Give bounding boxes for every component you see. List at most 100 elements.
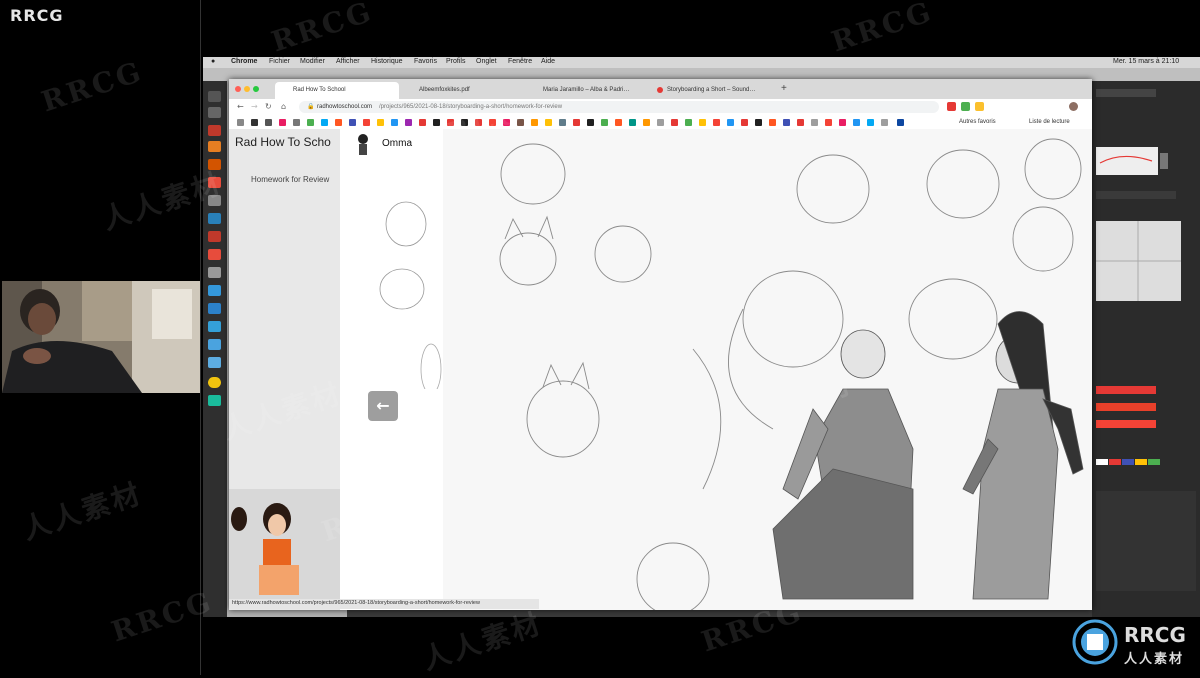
extension-icon[interactable] <box>947 102 956 111</box>
url-input[interactable]: 🔒 radhowtoschool.com /projects/965/2021-… <box>299 101 939 113</box>
forward-icon[interactable]: → <box>251 102 258 111</box>
site-title[interactable]: Rad How To Scho <box>235 135 331 149</box>
bookmark-icon[interactable] <box>811 119 818 126</box>
menu-fenetre[interactable]: Fenêtre <box>508 58 532 65</box>
bookmark-icon[interactable] <box>867 119 874 126</box>
bookmark-icon[interactable] <box>587 119 594 126</box>
author-avatar[interactable] <box>356 133 370 155</box>
select-tool-icon[interactable] <box>208 107 221 118</box>
close-window-icon[interactable] <box>235 86 241 92</box>
tab-rad-how-to-school[interactable]: Rad How To School <box>275 82 399 99</box>
previous-arrow-button[interactable]: ← <box>368 391 398 421</box>
bookmark-icon[interactable] <box>307 119 314 126</box>
homework-sketch-image[interactable] <box>443 129 1092 610</box>
author-name[interactable]: Omma <box>382 138 412 149</box>
bookmark-icon[interactable] <box>391 119 398 126</box>
menu-chrome[interactable]: Chrome <box>231 58 257 65</box>
bookmark-icon[interactable] <box>783 119 790 126</box>
bookmark-icon[interactable] <box>769 119 776 126</box>
bookmark-icon[interactable] <box>293 119 300 126</box>
bookmark-icon[interactable] <box>881 119 888 126</box>
bookmark-icon[interactable] <box>713 119 720 126</box>
bookmark-icon[interactable] <box>573 119 580 126</box>
apps-icon[interactable] <box>237 119 244 126</box>
bookmark-icon[interactable] <box>279 119 286 126</box>
bookmark-icon[interactable] <box>251 119 258 126</box>
apple-icon[interactable]: ● <box>211 58 215 65</box>
bookmark-icon[interactable] <box>531 119 538 126</box>
logo-subtext: 人人素材 <box>1124 652 1185 667</box>
bookmark-icon[interactable] <box>335 119 342 126</box>
figure-tool-icon[interactable] <box>208 249 221 260</box>
frame-tool-icon[interactable] <box>208 267 221 278</box>
bookmark-icon[interactable] <box>405 119 412 126</box>
bookmark-icon[interactable] <box>853 119 860 126</box>
bookmark-icon[interactable] <box>321 119 328 126</box>
bookmark-icon[interactable] <box>349 119 356 126</box>
bookmark-icon[interactable] <box>363 119 370 126</box>
menu-fichier[interactable]: Fichier <box>269 58 290 65</box>
webcam-image <box>2 281 200 393</box>
bookmark-icon[interactable] <box>657 119 664 126</box>
bookmark-icon[interactable] <box>727 119 734 126</box>
mac-menubar: ● Chrome Fichier Modifier Afficher Histo… <box>203 57 1200 68</box>
minimize-window-icon[interactable] <box>244 86 250 92</box>
pen-tool-icon[interactable] <box>208 91 221 102</box>
menu-modifier[interactable]: Modifier <box>300 58 325 65</box>
bookmark-icon[interactable] <box>643 119 650 126</box>
webcam-column: RRCG <box>0 0 201 675</box>
balloon-tool-icon[interactable] <box>208 357 221 368</box>
menu-profils[interactable]: Profils <box>446 58 465 65</box>
corner-watermark: RRCG <box>10 6 64 25</box>
bookmark-icon[interactable] <box>755 119 762 126</box>
extension-icon[interactable] <box>975 102 984 111</box>
maximize-window-icon[interactable] <box>253 86 259 92</box>
bookmark-icon[interactable] <box>377 119 384 126</box>
bookmark-icon[interactable] <box>615 119 622 126</box>
breadcrumb[interactable]: Homework for Review <box>251 175 329 184</box>
fill-tool-icon[interactable] <box>208 213 221 224</box>
watermark: RRCG <box>827 0 938 59</box>
brush-tool-icon[interactable] <box>208 125 221 136</box>
color-tool-icon[interactable] <box>208 395 221 406</box>
bookmark-icon[interactable] <box>741 119 748 126</box>
bookmark-icon[interactable] <box>825 119 832 126</box>
tab-storyboarding[interactable]: Storyboarding a Short – Sound… <box>649 82 769 99</box>
back-icon[interactable]: ← <box>237 102 244 111</box>
menu-favoris[interactable]: Favoris <box>414 58 437 65</box>
bookmark-icon[interactable] <box>601 119 608 126</box>
new-tab-button[interactable]: + <box>781 83 787 94</box>
menu-afficher[interactable]: Afficher <box>336 58 360 65</box>
bookmark-icon[interactable] <box>545 119 552 126</box>
menu-historique[interactable]: Historique <box>371 58 403 65</box>
liquify-tool-icon[interactable] <box>208 321 221 332</box>
blend-tool-icon[interactable] <box>208 303 221 314</box>
tab-pdf[interactable]: Albeemfoxkites.pdf <box>401 82 521 99</box>
pencil-tool-icon[interactable] <box>208 141 221 152</box>
profile-avatar[interactable] <box>1069 102 1078 111</box>
bookmark-icon[interactable] <box>265 119 272 126</box>
bookmark-icon[interactable] <box>699 119 706 126</box>
reload-icon[interactable]: ↻ <box>265 102 272 111</box>
reading-list[interactable]: Liste de lecture <box>1029 119 1070 125</box>
bookmark-icon[interactable] <box>839 119 846 126</box>
home-icon[interactable]: ⌂ <box>281 102 286 111</box>
bookmark-icon[interactable] <box>897 119 904 126</box>
gradient-tool-icon[interactable] <box>208 231 221 242</box>
extension-icon[interactable] <box>961 102 970 111</box>
tab-bar: Rad How To School Albeemfoxkites.pdf Mar… <box>229 79 1092 99</box>
ruler-tool-icon[interactable] <box>208 285 221 296</box>
bookmark-icon[interactable] <box>685 119 692 126</box>
bookmark-icon[interactable] <box>629 119 636 126</box>
operation-tool-icon[interactable] <box>208 339 221 350</box>
tab-maria-jaramillo[interactable]: Maria Jaramillo – Alba & Padri… <box>525 82 645 99</box>
logo-text: RRCG <box>1124 623 1186 647</box>
lightbulb-icon[interactable] <box>208 377 221 388</box>
menu-aide[interactable]: Aide <box>541 58 555 65</box>
other-bookmarks[interactable]: Autres favoris <box>959 119 996 125</box>
bookmark-icon[interactable] <box>797 119 804 126</box>
menu-onglet[interactable]: Onglet <box>476 58 497 65</box>
bookmark-icon[interactable] <box>671 119 678 126</box>
bookmark-icon[interactable] <box>559 119 566 126</box>
youtube-icon <box>657 87 663 93</box>
